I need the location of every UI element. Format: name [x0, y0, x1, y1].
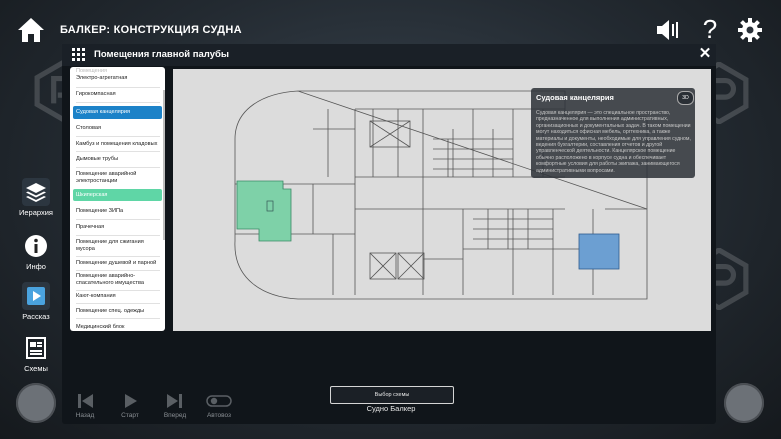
grid-icon[interactable]: [72, 48, 85, 61]
room-skipper[interactable]: [236, 180, 292, 242]
list-scrollbar[interactable]: [163, 90, 165, 240]
left-joystick[interactable]: [16, 383, 56, 423]
list-item[interactable]: Гирокомпасная: [73, 91, 162, 98]
back-label: Назад: [75, 412, 95, 419]
speaker-icon: [657, 20, 678, 40]
app-title: БАЛКЕР: КОНСТРУКЦИЯ СУДНА: [60, 24, 242, 36]
info-icon: [22, 232, 50, 260]
list-item-highlighted[interactable]: Шкиперская: [73, 189, 162, 201]
list-item[interactable]: Камбуз и помещения кладовых: [73, 141, 162, 148]
rail-schemes-button[interactable]: Схемы: [14, 334, 58, 373]
start-button[interactable]: Старт: [113, 392, 147, 419]
rail-schemes-label: Схемы: [24, 364, 48, 373]
scheme-caption: Судно Балкер: [366, 404, 416, 413]
list-item[interactable]: Помещение для сжигания: [73, 239, 162, 246]
forward-label: Вперед: [163, 412, 187, 419]
list-item[interactable]: Помещения: [73, 68, 162, 75]
skip-back-icon: [78, 394, 93, 408]
rail-story-button[interactable]: Рассказ: [14, 282, 58, 321]
rail-story-label: Рассказ: [22, 312, 50, 321]
rail-info-label: Инфо: [26, 262, 46, 271]
back-button[interactable]: Назад: [70, 392, 100, 419]
room-list: Помещения Электро-агрегатная Гирокомпасн…: [70, 67, 165, 331]
list-item[interactable]: Помещение ЗИПа: [73, 208, 162, 215]
room-office[interactable]: [578, 233, 620, 270]
help-button[interactable]: ?: [700, 14, 720, 44]
home-icon: [18, 18, 44, 42]
view-3d-button[interactable]: 3D: [677, 91, 694, 105]
rail-info-button[interactable]: Инфо: [14, 232, 58, 271]
list-item[interactable]: Прачечная: [73, 224, 162, 231]
list-item[interactable]: Медицинский блок: [73, 324, 162, 331]
close-icon[interactable]: ✕: [697, 45, 713, 63]
toggle-icon: [206, 395, 232, 407]
list-item[interactable]: Дымовые трубы: [73, 156, 162, 163]
scheme-select-button[interactable]: Выбор схемы: [330, 386, 454, 404]
list-item[interactable]: Помещение душевой и парной: [73, 260, 162, 267]
forward-button[interactable]: Вперед: [158, 392, 192, 419]
info-popup-title: Судовая канцелярия: [536, 93, 614, 102]
list-item[interactable]: Электро-агрегатная: [73, 75, 162, 82]
info-popup-text: Судовая канцелярия — это специальное про…: [536, 110, 691, 174]
list-item[interactable]: Помещение аварийной: [73, 171, 162, 178]
settings-button[interactable]: [737, 17, 763, 43]
gear-icon: [738, 18, 762, 42]
home-button[interactable]: [16, 16, 46, 44]
list-item[interactable]: Помещение аварийно-: [73, 273, 162, 280]
start-label: Старт: [121, 412, 139, 419]
auto-label: Автовоз: [206, 412, 232, 419]
rail-hierarchy-button[interactable]: Иерархия: [14, 178, 58, 217]
list-item[interactable]: Кают-компания: [73, 293, 162, 300]
list-item[interactable]: мусора: [73, 246, 162, 253]
right-joystick[interactable]: [724, 383, 764, 423]
list-item-selected[interactable]: Судовая канцелярия: [73, 106, 162, 119]
play-icon: [125, 394, 137, 408]
list-item[interactable]: Столовая: [73, 125, 162, 132]
panel-title: Помещения главной палубы: [94, 49, 229, 60]
sound-button[interactable]: [655, 18, 681, 42]
layers-icon: [22, 178, 50, 206]
rail-hierarchy-label: Иерархия: [19, 208, 53, 217]
list-item[interactable]: спасательного имущества: [73, 280, 162, 287]
auto-toggle[interactable]: Автовоз: [200, 392, 238, 419]
list-item[interactable]: Помещение спец. одежды: [73, 308, 162, 315]
skip-forward-icon: [167, 394, 182, 408]
play-icon: [22, 282, 50, 310]
schemes-icon: [22, 334, 50, 362]
list-item[interactable]: электростанции: [73, 178, 162, 185]
